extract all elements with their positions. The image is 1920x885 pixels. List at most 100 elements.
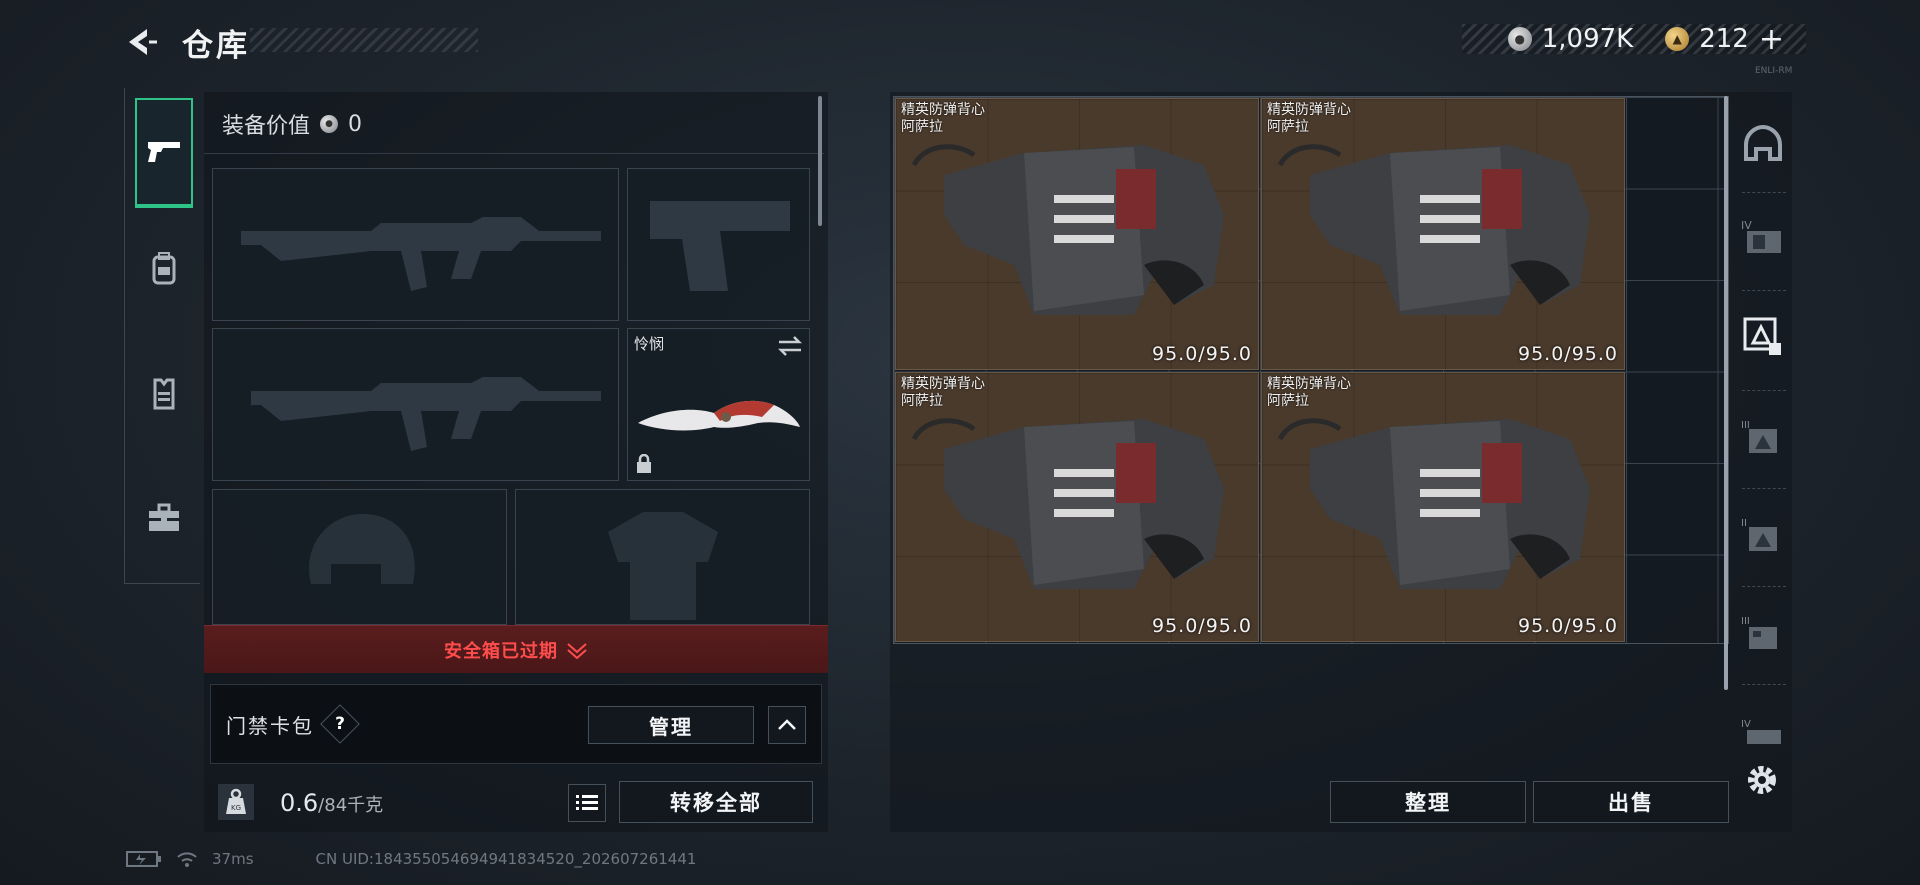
- item-name: 精英防弹背心: [901, 102, 985, 118]
- add-gold-button[interactable]: +: [1759, 22, 1784, 57]
- primary-weapon-slot-2[interactable]: [212, 328, 619, 481]
- helmet-slot[interactable]: [212, 489, 507, 625]
- elite-body-armor-icon: [911, 418, 1224, 589]
- item-durability: 95.0/95.0: [1517, 615, 1618, 637]
- item-origin: 阿萨拉: [901, 119, 943, 135]
- backpack-tier4-category-icon: IV: [1741, 219, 1781, 253]
- battery-icon: [126, 851, 161, 867]
- loadout-scrollbar[interactable]: [818, 96, 822, 226]
- melee-name: 怜悯: [634, 335, 665, 353]
- item-durability: 95.0/95.0: [1151, 343, 1252, 365]
- settings-button[interactable]: [1742, 760, 1786, 804]
- primary-weapon-slot-1[interactable]: [212, 168, 619, 321]
- category-divider: [1742, 586, 1786, 587]
- backpack-icon: [152, 252, 176, 285]
- category-backpack-tier4[interactable]: IV: [1738, 212, 1788, 262]
- safe-box-status-bar[interactable]: 安全箱已过期: [204, 625, 828, 673]
- sidearm-slot[interactable]: [627, 168, 810, 321]
- item-origin: 阿萨拉: [1267, 393, 1309, 409]
- help-icon[interactable]: ?: [326, 710, 354, 738]
- helmet-silhouette-icon: [309, 513, 415, 584]
- back-button[interactable]: [122, 22, 162, 62]
- chevron-down-icon: [567, 642, 587, 659]
- svg-text:II: II: [1741, 518, 1747, 529]
- sell-button[interactable]: 出售: [1533, 781, 1729, 823]
- item-origin: 阿萨拉: [901, 393, 943, 409]
- elite-body-armor-icon: [1277, 144, 1590, 315]
- stash-scrollbar[interactable]: [1724, 96, 1728, 690]
- armor-category-icon: [1743, 317, 1781, 355]
- user-uid: CN UID:1843550546949418345​20_2026072614…: [315, 850, 697, 868]
- build-label: ENLI-RM: [1755, 66, 1793, 76]
- weight-max: /84千克: [318, 795, 384, 816]
- swap-icon[interactable]: [777, 335, 803, 357]
- weight-icon: KG: [218, 784, 254, 820]
- rifle-silhouette-icon: [251, 377, 601, 451]
- equipment-value-amount: 0: [348, 111, 363, 137]
- vest-rig-icon: [153, 378, 175, 410]
- item-durability: 95.0/95.0: [1151, 615, 1252, 637]
- item-name: 精英防弹背心: [901, 376, 985, 392]
- category-armor-tier3[interactable]: III: [1738, 412, 1788, 462]
- category-helmet[interactable]: [1738, 120, 1788, 170]
- collapse-button[interactable]: [768, 706, 806, 744]
- category-divider: [1742, 684, 1786, 685]
- equipment-value: 装备价值 ● 0: [222, 108, 362, 140]
- armor-tier3-category-icon: III: [1741, 420, 1777, 453]
- list-icon: [576, 795, 598, 810]
- svg-text:IV: IV: [1741, 219, 1752, 232]
- stash-item[interactable]: 精英防弹背心 阿萨拉 95.0/95.0: [895, 372, 1259, 642]
- rifle-silhouette-icon: [241, 217, 601, 291]
- silver-coin-icon: ●: [1507, 27, 1532, 51]
- silver-amount: 1,097K: [1541, 24, 1634, 54]
- category-divider: [1742, 488, 1786, 489]
- gold-amount: 212: [1699, 24, 1749, 54]
- chevron-up-icon: [778, 719, 796, 730]
- body-armor-slot[interactable]: [515, 489, 810, 625]
- category-rig-tier3[interactable]: III: [1738, 608, 1788, 658]
- category-backpack-tier4b[interactable]: IV: [1738, 706, 1788, 756]
- item-name: 精英防弹背心: [1267, 376, 1351, 392]
- safe-box-expired-text: 安全箱已过期: [444, 640, 558, 662]
- currency-bar: ● 1,097K ▲ 212 +: [1462, 22, 1806, 57]
- category-divider: [1742, 290, 1786, 291]
- sort-button[interactable]: 整理: [1330, 781, 1526, 823]
- gear-icon: [1748, 766, 1776, 794]
- category-divider: [1742, 390, 1786, 391]
- page-title: 仓库: [182, 28, 250, 64]
- back-arrow-icon: [129, 29, 157, 55]
- stash-item[interactable]: 精英防弹背心 阿萨拉 95.0/95.0: [895, 98, 1259, 370]
- weight-current: 0.6: [280, 789, 319, 817]
- item-durability: 95.0/95.0: [1517, 343, 1618, 365]
- divider: [204, 153, 824, 154]
- category-armor[interactable]: [1738, 312, 1788, 362]
- elite-body-armor-icon: [911, 144, 1224, 315]
- category-divider: [1742, 192, 1786, 193]
- equipment-sidebar: [124, 88, 200, 584]
- tab-backpack[interactable]: [135, 213, 193, 323]
- tab-chest-rig[interactable]: [135, 338, 193, 448]
- tab-safe-box[interactable]: [135, 463, 193, 573]
- stash-item[interactable]: 精英防弹背心 阿萨拉 95.0/95.0: [1261, 98, 1625, 370]
- manage-button[interactable]: 管理: [588, 706, 754, 744]
- stash-item[interactable]: 精英防弹背心 阿萨拉 95.0/95.0: [1261, 372, 1625, 642]
- pistol-silhouette-icon: [650, 201, 790, 291]
- gold-coin-icon: ▲: [1665, 27, 1690, 51]
- rig-tier3-category-icon: III: [1741, 616, 1777, 649]
- status-bar: 37ms CN UID:1843550546949418345​20_20260…: [126, 850, 696, 868]
- keycard-pack-label: 门禁卡包: [226, 714, 314, 738]
- title-decoration: [250, 28, 478, 52]
- item-origin: 阿萨拉: [1267, 119, 1309, 135]
- svg-text:KG: KG: [231, 804, 241, 812]
- melee-slot[interactable]: 怜悯: [627, 328, 810, 481]
- lock-icon: [637, 454, 651, 473]
- item-name: 精英防弹背心: [1267, 102, 1351, 118]
- transfer-all-button[interactable]: 转移全部: [619, 781, 813, 823]
- silver-coin-icon: ●: [320, 115, 339, 133]
- karambit-knife-icon: [638, 400, 800, 431]
- toolbox-icon: [149, 503, 179, 531]
- svg-text:III: III: [1741, 420, 1750, 431]
- category-armor-tier2[interactable]: II: [1738, 510, 1788, 560]
- tab-weapons[interactable]: [135, 98, 193, 208]
- list-view-button[interactable]: [568, 784, 606, 822]
